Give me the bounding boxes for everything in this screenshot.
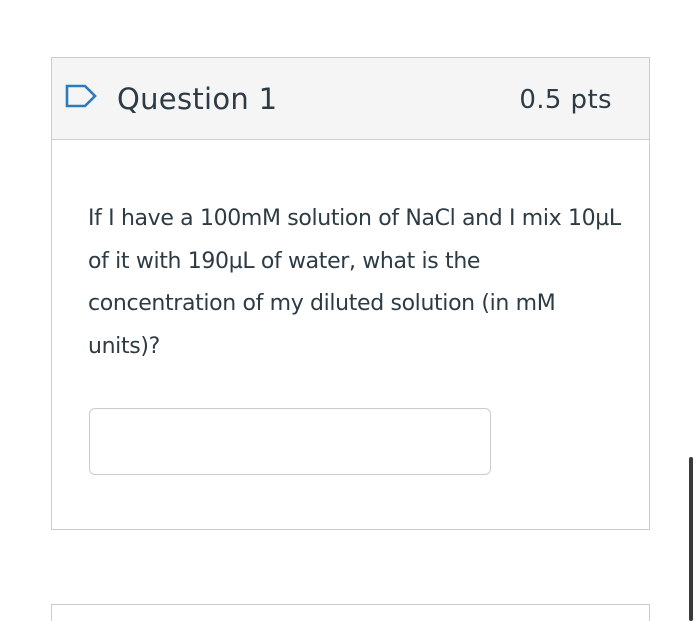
answer-input[interactable] <box>89 408 491 475</box>
question-title: Question 1 <box>117 82 278 116</box>
scrollbar-thumb[interactable] <box>689 457 693 621</box>
question-header: Question 1 0.5 pts <box>52 58 649 140</box>
flag-question-icon[interactable] <box>64 83 98 109</box>
next-question-card <box>51 604 650 621</box>
question-text: If I have a 100mM solution of NaCl and I… <box>88 206 621 359</box>
question-card: Question 1 0.5 pts If I have a 100mM sol… <box>51 57 650 530</box>
quiz-page: Question 1 0.5 pts If I have a 100mM sol… <box>0 0 700 621</box>
question-points: 0.5 pts <box>519 85 612 115</box>
